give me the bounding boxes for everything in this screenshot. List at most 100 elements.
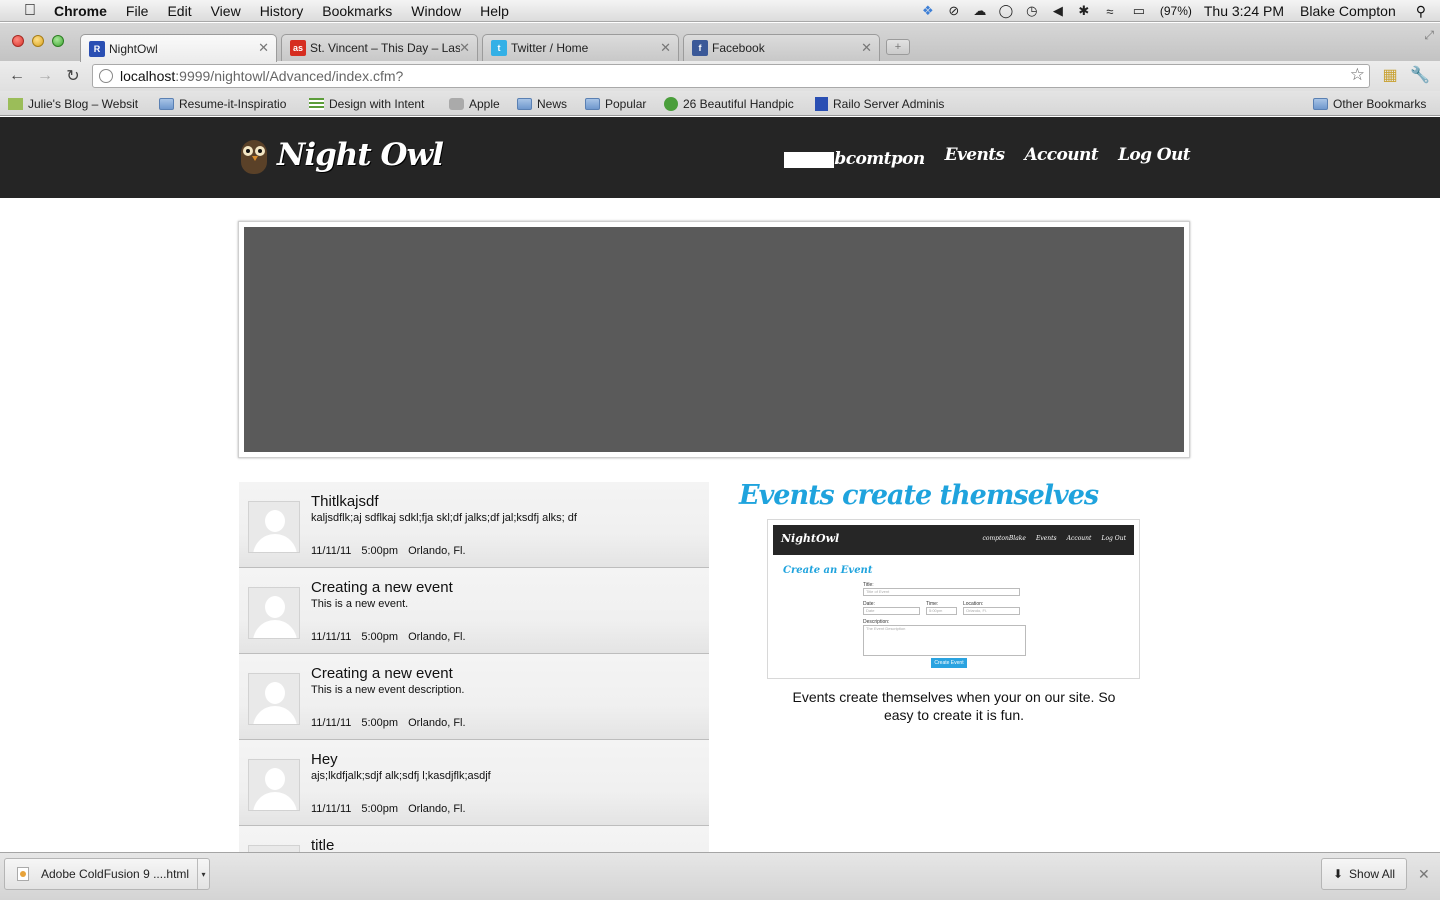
menu-app-name[interactable]: Chrome (54, 3, 107, 19)
back-arrow-icon[interactable]: ← (8, 67, 26, 85)
wifi-icon[interactable]: ≈ (1102, 3, 1118, 19)
menu-view[interactable]: View (211, 3, 241, 19)
event-date: 11/11/11 (311, 803, 352, 815)
event-list-item[interactable]: Thitlkajsdf kaljsdflk;aj sdflkaj sdkl;fj… (239, 482, 709, 568)
event-title[interactable]: Creating a new event (311, 579, 453, 596)
event-location: Orlando, Fl. (408, 545, 466, 557)
window-minimize-button[interactable] (32, 35, 44, 47)
nav-events-link[interactable]: Events (945, 145, 1005, 165)
volume-icon[interactable]: ◀ (1050, 3, 1066, 19)
show-all-downloads-button[interactable]: ⬇ Show All (1321, 858, 1407, 890)
spotlight-search-icon[interactable]: ⚲ (1416, 3, 1426, 20)
address-bar[interactable]: localhost:9999/nightowl/Advanced/index.c… (92, 64, 1370, 88)
dropbox-icon[interactable]: ❖ (920, 3, 936, 19)
events-list: Thitlkajsdf kaljsdflk;aj sdflkaj sdkl;fj… (239, 482, 709, 852)
folder-icon (585, 98, 600, 110)
bookmark-star-icon[interactable]: ☆ (1350, 65, 1365, 85)
menu-history[interactable]: History (260, 3, 304, 19)
tab-st-vincent[interactable]: as St. Vincent – This Day – Last ✕ (281, 34, 478, 61)
mini-location-input: Orlando, Fl. (963, 607, 1020, 615)
other-bookmarks-folder[interactable]: Other Bookmarks (1313, 96, 1435, 112)
event-description: kaljsdflk;aj sdflkaj sdkl;fja skl;df jal… (311, 512, 577, 524)
download-menu-arrow-icon[interactable]: ▾ (197, 859, 209, 889)
bookmark-item[interactable]: Railo Server Adminis (815, 96, 950, 112)
event-title[interactable]: Hey (311, 751, 338, 768)
download-item[interactable]: Adobe ColdFusion 9 ....html ▾ (4, 858, 210, 890)
event-title[interactable]: Thitlkajsdf (311, 493, 379, 510)
event-location: Orlando, Fl. (408, 803, 466, 815)
menu-bookmarks[interactable]: Bookmarks (322, 3, 392, 19)
menu-file[interactable]: File (126, 3, 149, 19)
menu-help[interactable]: Help (480, 3, 509, 19)
event-list-item[interactable]: Hey ajs;lkdfjalk;sdjf alk;sdfj l;kasdjfl… (239, 740, 709, 826)
chat-icon[interactable]: ◯ (998, 3, 1014, 19)
mini-date-input: Date (863, 607, 920, 615)
tab-close-icon[interactable]: ✕ (660, 40, 671, 56)
bluetooth-icon[interactable]: ✱ (1076, 3, 1092, 19)
bookmark-item[interactable]: Julie's Blog – Websit (8, 96, 143, 112)
tab-close-icon[interactable]: ✕ (459, 40, 470, 56)
window-zoom-button[interactable] (52, 35, 64, 47)
bookmark-item[interactable]: 26 Beautiful Handpic (664, 96, 799, 112)
nav-logout-link[interactable]: Log Out (1118, 145, 1191, 165)
reload-icon[interactable]: ↻ (64, 67, 82, 85)
event-list-item[interactable]: title (239, 826, 709, 852)
mini-nav-logout: Log Out (1101, 535, 1126, 542)
wrench-menu-icon[interactable]: 🔧 (1410, 65, 1430, 85)
time-machine-icon[interactable]: ◷ (1024, 3, 1040, 19)
menu-edit[interactable]: Edit (167, 3, 191, 19)
promo-screenshot: NightOwl comptonBlake Events Account Log… (767, 519, 1140, 679)
apple-menu-icon[interactable]:  (20, 2, 40, 19)
hero-banner (238, 221, 1190, 458)
tab-close-icon[interactable]: ✕ (258, 40, 269, 56)
event-meta: 11/11/11 5:00pm Orlando, Fl. (311, 803, 476, 815)
bookmark-folder[interactable]: Popular (585, 96, 655, 112)
site-logo[interactable]: Night Owl (238, 135, 444, 175)
menubar-clock[interactable]: Thu 3:24 PM (1204, 3, 1284, 19)
twitter-favicon-icon: t (491, 40, 507, 56)
event-location: Orlando, Fl. (408, 717, 466, 729)
menubar-user[interactable]: Blake Compton (1300, 3, 1396, 19)
extension-icon[interactable]: ▦ (1380, 65, 1400, 85)
address-host: localhost (120, 68, 176, 84)
railo-icon (815, 97, 828, 111)
hero-slide[interactable] (244, 227, 1184, 452)
event-list-item[interactable]: Creating a new event This is a new event… (239, 568, 709, 654)
do-not-disturb-icon[interactable]: ⊘ (946, 3, 962, 19)
page-info-icon[interactable] (99, 69, 113, 83)
folder-icon (517, 98, 532, 110)
menu-window[interactable]: Window (411, 3, 461, 19)
browser-toolbar: ← → ↻ localhost:9999/nightowl/Advanced/i… (0, 61, 1440, 91)
tab-facebook[interactable]: f Facebook ✕ (683, 34, 880, 61)
tab-close-icon[interactable]: ✕ (861, 40, 872, 56)
mini-nav-account: Account (1066, 535, 1092, 542)
event-date: 11/11/11 (311, 717, 352, 729)
event-title[interactable]: Creating a new event (311, 665, 453, 682)
nav-user-link[interactable]: bcomtpon (834, 149, 925, 169)
tab-title: Twitter / Home (511, 41, 589, 55)
forward-arrow-icon[interactable]: → (36, 67, 54, 85)
apple-icon (449, 98, 464, 110)
tab-twitter[interactable]: t Twitter / Home ✕ (482, 34, 679, 61)
fullscreen-icon[interactable]: ⤢ (1424, 28, 1434, 43)
bookmark-folder[interactable]: Resume-it-Inspiratio (159, 96, 294, 112)
nav-account-link[interactable]: Account (1024, 145, 1098, 165)
user-avatar[interactable] (784, 152, 835, 168)
event-location: Orlando, Fl. (408, 631, 466, 643)
new-tab-button[interactable]: + (886, 39, 910, 55)
bookmark-item[interactable]: Design with Intent (309, 96, 434, 112)
event-title[interactable]: title (311, 837, 334, 852)
mini-time-select: 5:00pm (926, 607, 957, 615)
event-description: This is a new event description. (311, 684, 465, 696)
cloud-icon[interactable]: ☁ (972, 3, 988, 19)
event-avatar-placeholder (248, 673, 300, 725)
logo-text: Night Owl (277, 137, 444, 173)
mini-logo: NightOwl (781, 532, 840, 545)
battery-icon[interactable]: ▭ (1128, 3, 1150, 19)
bookmark-folder[interactable]: News (517, 96, 577, 112)
tab-nightowl[interactable]: R NightOwl ✕ (80, 34, 277, 62)
event-list-item[interactable]: Creating a new event This is a new event… (239, 654, 709, 740)
window-close-button[interactable] (12, 35, 24, 47)
close-shelf-icon[interactable]: ✕ (1418, 866, 1430, 883)
bookmark-item[interactable]: Apple (449, 96, 509, 112)
